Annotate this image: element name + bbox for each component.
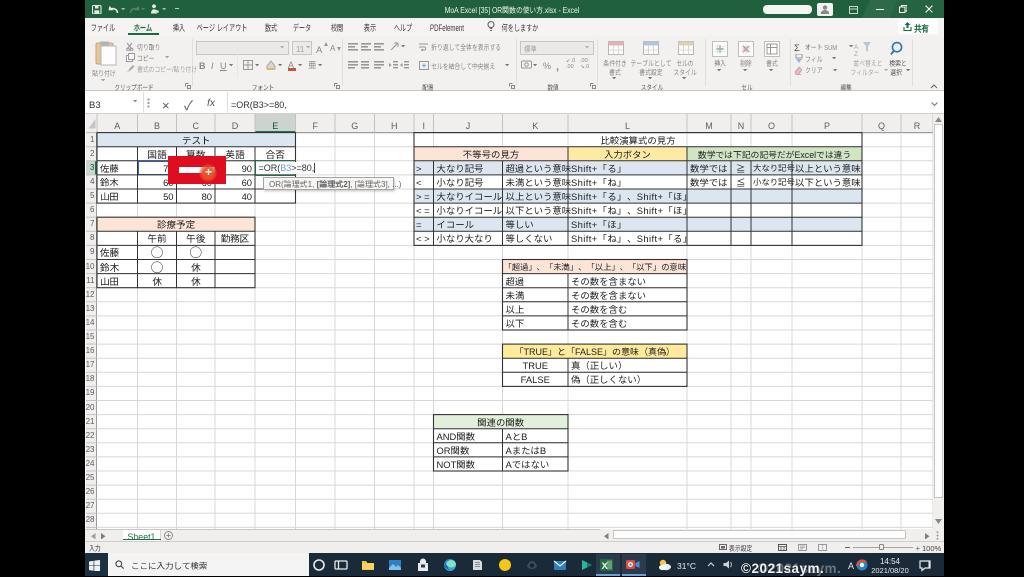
- svg-text:X: X: [602, 561, 609, 572]
